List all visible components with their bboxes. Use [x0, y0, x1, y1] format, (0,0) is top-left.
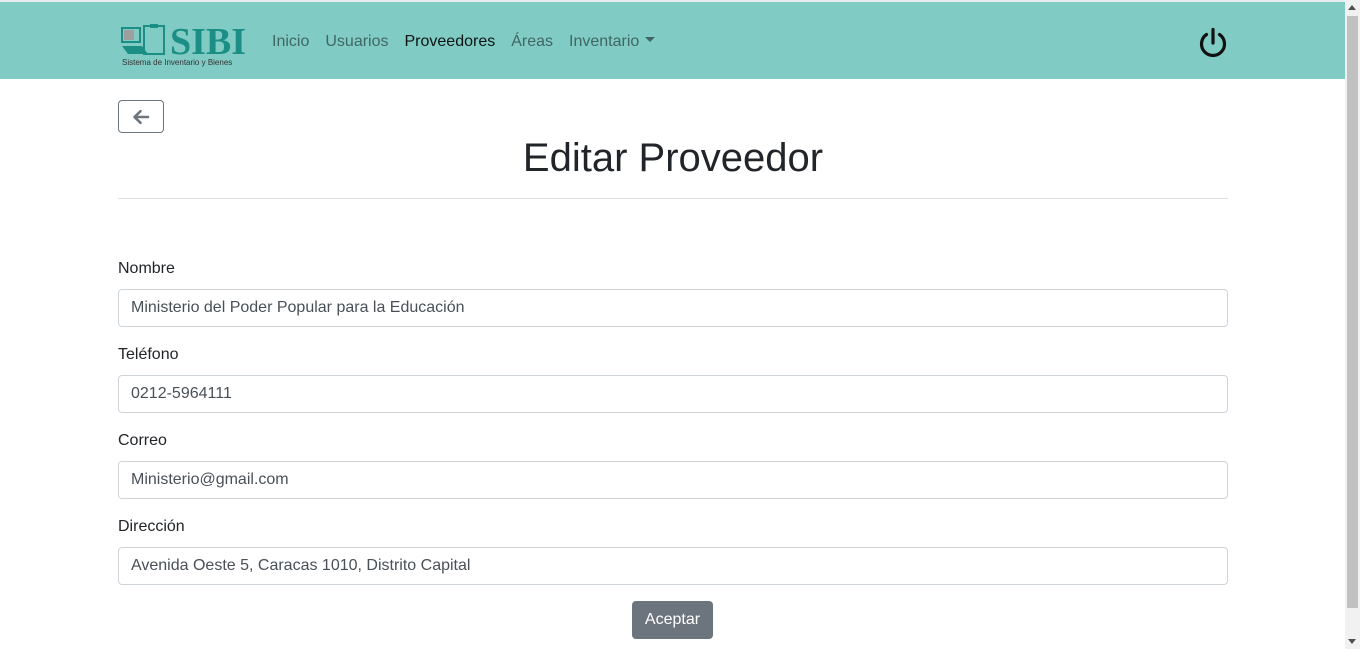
direccion-input[interactable] — [118, 547, 1228, 585]
nav-links: Inicio Usuarios Proveedores Áreas Invent… — [264, 30, 663, 54]
brand-title: SIBI — [170, 21, 247, 63]
brand-subtitle: Sistema de Inventario y Bienes — [122, 58, 233, 67]
nav-link-usuarios[interactable]: Usuarios — [317, 30, 396, 54]
page: SIBI Sistema de Inventario y Bienes Inic… — [0, 0, 1360, 649]
direccion-label: Dirección — [118, 518, 185, 535]
nav-dropdown-inventario[interactable]: Inventario — [561, 30, 663, 54]
nav-link-proveedores[interactable]: Proveedores — [397, 30, 504, 54]
navbar: SIBI Sistema de Inventario y Bienes Inic… — [0, 2, 1345, 79]
chevron-down-icon — [645, 37, 656, 43]
inventory-logo-icon — [121, 24, 165, 55]
nombre-label: Nombre — [118, 260, 175, 277]
correo-input[interactable] — [118, 461, 1228, 499]
vertical-scrollbar[interactable] — [1345, 0, 1360, 649]
scroll-down-arrow-icon[interactable] — [1348, 639, 1356, 644]
nav-link-inicio[interactable]: Inicio — [264, 30, 317, 54]
telefono-input[interactable] — [118, 375, 1228, 413]
nav-link-areas[interactable]: Áreas — [503, 30, 561, 54]
accept-button[interactable]: Aceptar — [632, 601, 713, 639]
back-button[interactable] — [118, 100, 164, 133]
telefono-label: Teléfono — [118, 346, 179, 363]
nav-link-inventario-label: Inventario — [569, 33, 640, 50]
power-icon[interactable] — [1196, 26, 1230, 60]
nombre-input[interactable] — [118, 289, 1228, 327]
title-divider — [118, 198, 1228, 199]
scroll-thumb[interactable] — [1347, 16, 1358, 608]
scroll-up-arrow-icon[interactable] — [1348, 5, 1356, 10]
correo-label: Correo — [118, 432, 167, 449]
arrow-left-icon — [133, 109, 150, 124]
brand-logo[interactable]: SIBI Sistema de Inventario y Bienes — [120, 22, 250, 70]
page-title: Editar Proveedor — [522, 136, 824, 180]
